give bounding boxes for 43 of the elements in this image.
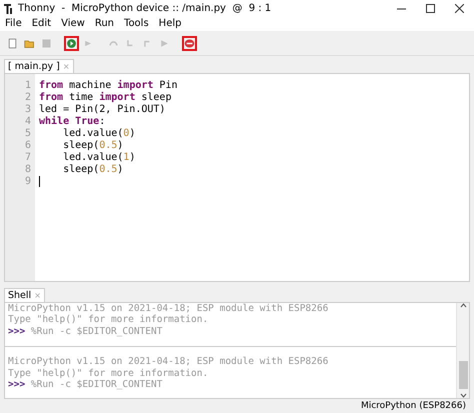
scrollbar-thumb[interactable] (458, 361, 468, 389)
line-number: 8 (24, 164, 32, 176)
shell-tab[interactable]: Shell × (4, 288, 45, 302)
line-number: 6 (24, 140, 32, 152)
code-line: from machine import Pin (39, 80, 178, 91)
interpreter-label[interactable]: MicroPython (ESP8266) (360, 401, 466, 411)
menu-item[interactable]: View (61, 18, 85, 30)
line-number: 1 (24, 80, 32, 92)
line-number: 4 (24, 116, 32, 128)
maximize-icon[interactable] (426, 4, 435, 14)
shell-command-line: >>> %Run -c $EDITOR_CONTENT (8, 326, 164, 338)
menu-item[interactable]: Help (158, 18, 182, 30)
code-line: sleep(0.5) (62, 164, 124, 176)
code-line: led = Pin(2, Pin.OUT) (39, 104, 166, 116)
window-title: Thonny - MicroPython device :: /main.py @ 9 : 1 (18, 3, 272, 14)
close-icon[interactable] (455, 4, 464, 14)
shell-output-line: MicroPython v1.15 on 2021-04-18; ESP module with ESP8266 (8, 356, 330, 368)
scrollbar[interactable] (456, 302, 469, 398)
menu-item[interactable]: Tools (124, 18, 149, 30)
line-number: 7 (24, 152, 32, 164)
code-line: while True: (39, 116, 106, 128)
line-number: 3 (24, 104, 32, 116)
code-line: from time import sleep (39, 92, 172, 104)
page-icon (7, 36, 18, 51)
chevron-down-icon[interactable] (460, 393, 466, 398)
code-line: led.value(1) (62, 152, 136, 164)
chevron-up-icon[interactable] (460, 302, 466, 308)
shell-output-line: Type "help()" for more information. (8, 368, 210, 380)
shell-output-line: MicroPython v1.15 on 2021-04-18; ESP module with ESP8266 (8, 302, 330, 314)
menu-item[interactable]: Edit (32, 18, 52, 30)
menu-item[interactable]: File (5, 18, 22, 30)
app-logo-icon (4, 3, 14, 14)
code-line: led.value(0) (62, 128, 136, 140)
editor-tab[interactable]: [ main.py ] × (4, 58, 74, 73)
line-number: 2 (24, 92, 32, 104)
menu-item[interactable]: Run (94, 18, 114, 30)
shell-output-line: Type "help()" for more information. (8, 314, 210, 326)
shell-command-line: >>> %Run -c $EDITOR_CONTENT (8, 379, 164, 391)
line-number: 5 (24, 128, 32, 140)
code-line: sleep(0.5) (62, 140, 124, 152)
line-number: 9 (24, 176, 32, 188)
run-button[interactable] (64, 36, 79, 51)
stop-button[interactable] (182, 36, 197, 51)
